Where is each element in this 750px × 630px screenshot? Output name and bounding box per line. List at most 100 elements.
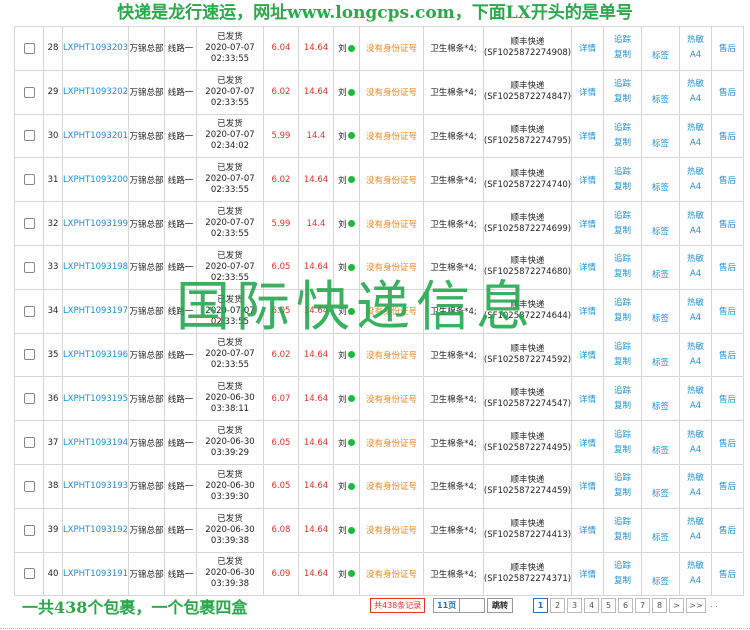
order-link[interactable]: LXPHT1093195 <box>63 394 128 404</box>
page-button-3[interactable]: 3 <box>567 598 582 613</box>
detail-link[interactable]: 详情 <box>579 524 596 536</box>
tag-link[interactable]: 标签 <box>652 49 669 61</box>
after-link[interactable]: 售后 <box>719 261 736 273</box>
order-link[interactable]: LXPHT1093198 <box>63 262 128 272</box>
per-page-select[interactable]: 11页 <box>433 598 485 613</box>
track-link[interactable]: 追踪 <box>614 386 631 397</box>
order-link[interactable]: LXPHT1093191 <box>63 569 128 579</box>
row-checkbox[interactable] <box>23 305 35 317</box>
copy-link[interactable]: 复制 <box>614 401 631 412</box>
after-link[interactable]: 售后 <box>719 480 736 492</box>
a4-print-link[interactable]: A4 <box>687 357 704 368</box>
thermal-print-link[interactable]: 热敏 <box>687 473 704 484</box>
thermal-print-link[interactable]: 热敏 <box>687 123 704 134</box>
after-link[interactable]: 售后 <box>719 86 736 98</box>
tag-link[interactable]: 标签 <box>652 312 669 324</box>
detail-link[interactable]: 详情 <box>579 174 596 186</box>
page-button-5[interactable]: 5 <box>601 598 616 613</box>
copy-link[interactable]: 复制 <box>614 50 631 61</box>
tag-link[interactable]: 标签 <box>652 93 669 105</box>
detail-link[interactable]: 详情 <box>579 480 596 492</box>
copy-link[interactable]: 复制 <box>614 94 631 105</box>
row-checkbox[interactable] <box>23 218 35 230</box>
a4-print-link[interactable]: A4 <box>687 94 704 105</box>
thermal-print-link[interactable]: 热敏 <box>687 254 704 265</box>
thermal-print-link[interactable]: 热敏 <box>687 79 704 90</box>
track-link[interactable]: 追踪 <box>614 123 631 134</box>
a4-print-link[interactable]: A4 <box>687 401 704 412</box>
last-page-button[interactable]: >> <box>686 598 706 613</box>
tag-link[interactable]: 标签 <box>652 487 669 499</box>
page-button-1[interactable]: 1 <box>533 598 548 613</box>
order-link[interactable]: LXPHT1093194 <box>63 438 128 448</box>
a4-print-link[interactable]: A4 <box>687 182 704 193</box>
thermal-print-link[interactable]: 热敏 <box>687 167 704 178</box>
a4-print-link[interactable]: A4 <box>687 226 704 237</box>
copy-link[interactable]: 复制 <box>614 488 631 499</box>
a4-print-link[interactable]: A4 <box>687 50 704 61</box>
detail-link[interactable]: 详情 <box>579 218 596 230</box>
order-link[interactable]: LXPHT1093202 <box>63 87 128 97</box>
track-link[interactable]: 追踪 <box>614 298 631 309</box>
row-checkbox[interactable] <box>23 42 35 54</box>
order-link[interactable]: LXPHT1093197 <box>63 306 128 316</box>
copy-link[interactable]: 复制 <box>614 226 631 237</box>
order-link[interactable]: LXPHT1093200 <box>63 175 128 185</box>
track-link[interactable]: 追踪 <box>614 430 631 441</box>
tag-link[interactable]: 标签 <box>652 181 669 193</box>
copy-link[interactable]: 复制 <box>614 313 631 324</box>
detail-link[interactable]: 详情 <box>579 42 596 54</box>
tag-link[interactable]: 标签 <box>652 225 669 237</box>
order-link[interactable]: LXPHT1093196 <box>63 350 128 360</box>
order-link[interactable]: LXPHT1093192 <box>63 525 128 535</box>
copy-link[interactable]: 复制 <box>614 138 631 149</box>
thermal-print-link[interactable]: 热敏 <box>687 35 704 46</box>
row-checkbox[interactable] <box>23 480 35 492</box>
copy-link[interactable]: 复制 <box>614 445 631 456</box>
track-link[interactable]: 追踪 <box>614 342 631 353</box>
row-checkbox[interactable] <box>23 437 35 449</box>
page-button-6[interactable]: 6 <box>618 598 633 613</box>
after-link[interactable]: 售后 <box>719 524 736 536</box>
jump-button[interactable]: 跳转 <box>487 598 513 613</box>
copy-link[interactable]: 复制 <box>614 182 631 193</box>
detail-link[interactable]: 详情 <box>579 86 596 98</box>
track-link[interactable]: 追踪 <box>614 35 631 46</box>
track-link[interactable]: 追踪 <box>614 561 631 572</box>
order-link[interactable]: LXPHT1093199 <box>63 219 128 229</box>
detail-link[interactable]: 详情 <box>579 393 596 405</box>
detail-link[interactable]: 详情 <box>579 437 596 449</box>
thermal-print-link[interactable]: 热敏 <box>687 517 704 528</box>
a4-print-link[interactable]: A4 <box>687 445 704 456</box>
tag-link[interactable]: 标签 <box>652 268 669 280</box>
after-link[interactable]: 售后 <box>719 393 736 405</box>
row-checkbox[interactable] <box>23 174 35 186</box>
thermal-print-link[interactable]: 热敏 <box>687 342 704 353</box>
detail-link[interactable]: 详情 <box>579 568 596 580</box>
copy-link[interactable]: 复制 <box>614 269 631 280</box>
copy-link[interactable]: 复制 <box>614 532 631 543</box>
a4-print-link[interactable]: A4 <box>687 313 704 324</box>
page-button-2[interactable]: 2 <box>550 598 565 613</box>
track-link[interactable]: 追踪 <box>614 254 631 265</box>
detail-link[interactable]: 详情 <box>579 305 596 317</box>
after-link[interactable]: 售后 <box>719 218 736 230</box>
copy-link[interactable]: 复制 <box>614 576 631 587</box>
a4-print-link[interactable]: A4 <box>687 488 704 499</box>
tag-link[interactable]: 标签 <box>652 444 669 456</box>
row-checkbox[interactable] <box>23 524 35 536</box>
page-button-4[interactable]: 4 <box>584 598 599 613</box>
thermal-print-link[interactable]: 热敏 <box>687 298 704 309</box>
tag-link[interactable]: 标签 <box>652 356 669 368</box>
page-button-8[interactable]: 8 <box>652 598 667 613</box>
track-link[interactable]: 追踪 <box>614 473 631 484</box>
row-checkbox[interactable] <box>23 261 35 273</box>
thermal-print-link[interactable]: 热敏 <box>687 561 704 572</box>
page-button-7[interactable]: 7 <box>635 598 650 613</box>
track-link[interactable]: 追踪 <box>614 211 631 222</box>
after-link[interactable]: 售后 <box>719 305 736 317</box>
next-page-button[interactable]: > <box>669 598 684 613</box>
row-checkbox[interactable] <box>23 393 35 405</box>
after-link[interactable]: 售后 <box>719 42 736 54</box>
after-link[interactable]: 售后 <box>719 130 736 142</box>
